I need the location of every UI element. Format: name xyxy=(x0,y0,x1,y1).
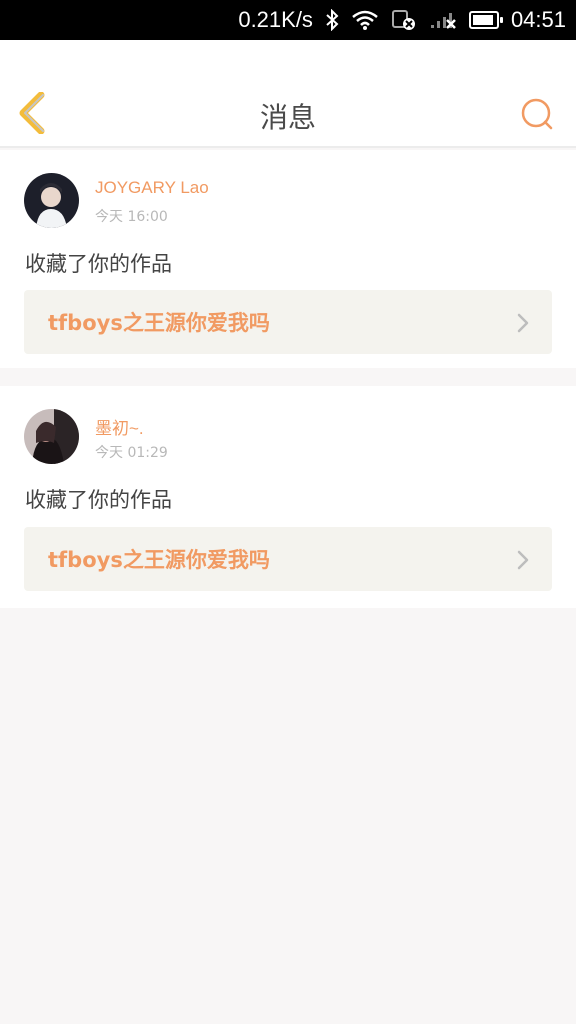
avatar[interactable] xyxy=(24,173,79,228)
work-link[interactable]: tfboys之王源你爱我吗 xyxy=(24,527,552,591)
username[interactable]: 墨初~. xyxy=(95,414,144,439)
battery-icon xyxy=(468,11,503,29)
message-item: JOYGARY Lao 今天 16:00 收藏了你的作品 tfboys之王源你爱… xyxy=(0,150,576,368)
avatar[interactable] xyxy=(24,409,79,464)
wifi-icon xyxy=(351,10,379,30)
clock: 04:51 xyxy=(510,7,566,32)
page-title: 消息 xyxy=(259,101,316,134)
message-item: 墨初~. 今天 01:29 收藏了你的作品 tfboys之王源你爱我吗 xyxy=(0,386,576,608)
bluetooth-icon xyxy=(325,9,339,31)
network-speed: 0.21K/s xyxy=(238,7,313,32)
work-link[interactable]: tfboys之王源你爱我吗 xyxy=(24,290,552,354)
message-time: 今天 01:29 xyxy=(95,445,168,461)
message-action: 收藏了你的作品 xyxy=(25,252,172,276)
work-title: tfboys之王源你爱我吗 xyxy=(48,548,270,572)
sim-error-icon xyxy=(391,9,417,31)
signal-icon xyxy=(429,10,457,30)
message-time: 今天 16:00 xyxy=(95,209,168,225)
status-bar: 0.21K/s 04:51 xyxy=(0,0,576,40)
search-button[interactable] xyxy=(518,95,558,135)
username[interactable]: JOYGARY Lao xyxy=(95,178,209,198)
search-icon xyxy=(521,98,553,130)
message-action: 收藏了你的作品 xyxy=(25,488,172,512)
header: 消息 xyxy=(0,40,576,148)
work-title: tfboys之王源你爱我吗 xyxy=(48,311,270,335)
chevron-right-icon xyxy=(517,313,529,333)
chevron-right-icon xyxy=(517,550,529,570)
